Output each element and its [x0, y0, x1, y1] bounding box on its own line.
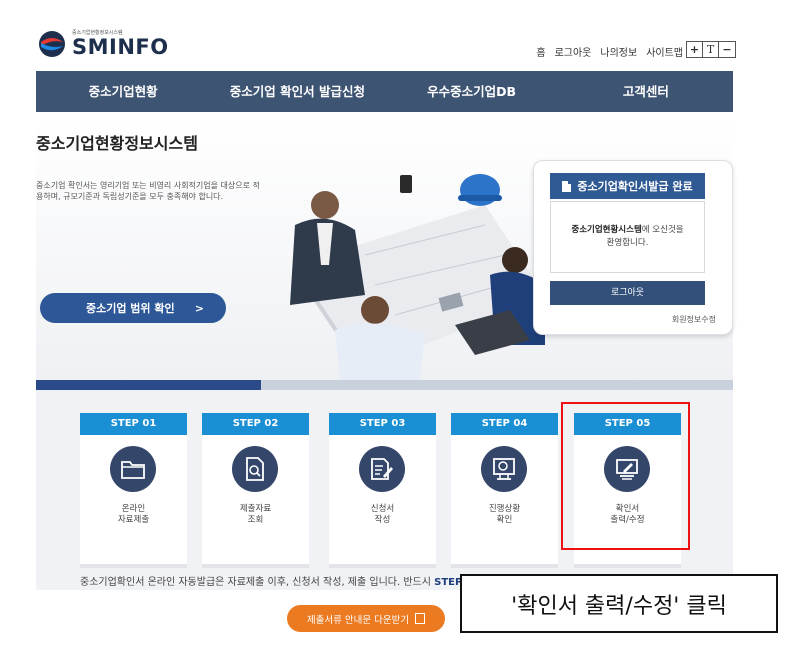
issue-complete-header: 중소기업확인서발급 완료: [550, 173, 705, 199]
util-link-home[interactable]: 홈: [536, 44, 545, 59]
welcome-bold: 중소기업현황시스템: [571, 225, 642, 235]
font-size-controls: + T −: [686, 41, 736, 58]
step-02-line2: 조회: [247, 515, 264, 525]
step-01-online-submission[interactable]: STEP 01 온라인 자료제출: [80, 413, 187, 568]
notice-bold: STEP: [434, 577, 463, 588]
font-decrease-button[interactable]: −: [719, 42, 735, 57]
edit-member-info-link[interactable]: 회원정보수정: [672, 314, 716, 325]
step-02-view-submitted[interactable]: STEP 02 제출자료 조회: [202, 413, 309, 568]
step-04-line2: 확인: [496, 515, 513, 525]
nav-item-certificate[interactable]: 중소기업 확인서 발급신청: [210, 71, 384, 112]
utility-links: 홈 로그아웃 나의정보 사이트맵: [527, 44, 683, 59]
step-03-label: 신청서 작성: [329, 504, 436, 526]
step-03-line2: 작성: [374, 515, 391, 525]
welcome-line2: 환영합니다.: [606, 238, 649, 248]
util-link-myinfo[interactable]: 나의정보: [600, 44, 637, 59]
font-increase-button[interactable]: +: [687, 42, 703, 57]
step-04-label: 진행상황 확인: [451, 504, 558, 526]
main-nav: 중소기업현황 중소기업 확인서 발급신청 우수중소기업DB 고객센터: [36, 71, 733, 112]
hero-description: 중소기업 확인서는 영리기업 또는 비영리 사회적기업을 대상으로 적용하며, …: [36, 181, 260, 201]
auto-issue-notice: 중소기업확인서 온라인 자동발급은 자료제출 이후, 신청서 작성, 제출 입니…: [80, 573, 462, 588]
step-04-header: STEP 04: [451, 413, 558, 435]
chevron-right-icon: >: [194, 301, 204, 315]
step-01-line2: 자료제출: [117, 515, 150, 525]
notice-text: 중소기업확인서 온라인 자동발급은 자료제출 이후, 신청서 작성, 제출 입니…: [80, 577, 435, 588]
issue-complete-label: 중소기업확인서발급 완료: [577, 180, 693, 193]
pdf-download-icon: [415, 613, 426, 624]
document-edit-icon: [359, 446, 405, 492]
document-search-icon: [232, 446, 278, 492]
page-title: 중소기업현황정보시스템: [36, 134, 198, 153]
step-04-check-progress[interactable]: STEP 04 진행상황 확인: [451, 413, 558, 568]
step-05-highlight-box: [561, 402, 690, 550]
step-03-write-application[interactable]: STEP 03 신청서 작성: [329, 413, 436, 568]
download-guide-button[interactable]: 제출서류 안내문 다운받기: [287, 605, 445, 632]
download-guide-label: 제출서류 안내문 다운받기: [306, 614, 410, 626]
step-02-label: 제출자료 조회: [202, 504, 309, 526]
step-02-line1: 제출자료: [239, 504, 272, 514]
logo-mark-icon: [38, 30, 66, 58]
step-01-line1: 온라인: [121, 504, 146, 514]
site-header: 중소기업현황정보시스템 SMINFO 홈 로그아웃 나의정보 사이트맵 + T …: [0, 0, 803, 70]
monitor-search-icon: [481, 446, 527, 492]
site-logo[interactable]: 중소기업현황정보시스템 SMINFO: [38, 30, 169, 58]
font-reset-button[interactable]: T: [703, 42, 719, 57]
range-button-label: 중소기업 범위 확인: [86, 302, 175, 315]
step-03-header: STEP 03: [329, 413, 436, 435]
welcome-rest: 에 오신것을: [641, 225, 684, 235]
nav-item-db[interactable]: 우수중소기업DB: [385, 71, 559, 112]
company-range-check-button[interactable]: 중소기업 범위 확인 >: [40, 293, 226, 323]
step-04-line1: 진행상황: [488, 504, 521, 514]
logout-button[interactable]: 로그아웃: [550, 281, 705, 305]
step-01-label: 온라인 자료제출: [80, 504, 187, 526]
step-03-line1: 신청서: [370, 504, 395, 514]
hero-bar-fill: [36, 380, 261, 390]
nav-item-status[interactable]: 중소기업현황: [36, 71, 210, 112]
logo-title: SMINFO: [72, 35, 169, 59]
util-link-sitemap[interactable]: 사이트맵: [646, 44, 683, 59]
login-status-box: 중소기업확인서발급 완료 중소기업현황시스템에 오신것을 환영합니다. 로그아웃…: [533, 160, 733, 335]
instruction-callout: '확인서 출력/수정' 클릭: [460, 574, 778, 633]
nav-item-support[interactable]: 고객센터: [559, 71, 733, 112]
folder-icon: [110, 446, 156, 492]
util-link-logout[interactable]: 로그아웃: [555, 44, 592, 59]
step-02-header: STEP 02: [202, 413, 309, 435]
document-icon: [562, 180, 572, 192]
business-meeting-illustration: [255, 145, 555, 380]
step-01-header: STEP 01: [80, 413, 187, 435]
welcome-message: 중소기업현황시스템에 오신것을 환영합니다.: [550, 201, 705, 273]
hero-bottom-bar: [36, 380, 733, 390]
